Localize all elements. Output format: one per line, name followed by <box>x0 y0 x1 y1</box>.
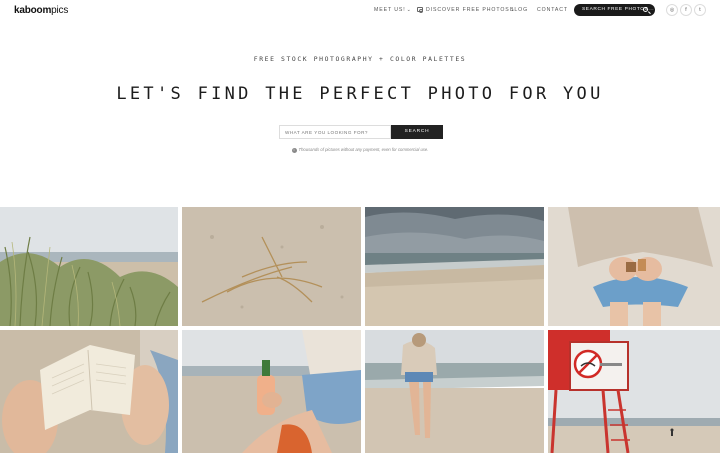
instagram-icon[interactable]: ◎ <box>666 4 678 16</box>
photo-grass-on-sand[interactable] <box>182 207 361 326</box>
info-icon: i <box>291 148 297 153</box>
top-navigation: kaboompics MEET US!⌄ DISCOVER FREE PHOTO… <box>0 0 720 22</box>
photo-reading-book[interactable] <box>0 330 178 453</box>
site-logo[interactable]: kaboompics <box>14 5 68 16</box>
photo-dune-grass[interactable] <box>0 207 178 326</box>
nav-contact[interactable]: CONTACT <box>537 7 568 13</box>
hero-headline: LET'S FIND THE PERFECT PHOTO FOR YOU <box>116 84 604 104</box>
hero-note: i Thousands of pictures without any payme… <box>0 147 720 153</box>
nav-meet-us[interactable]: MEET US!⌄ <box>374 7 412 13</box>
twitter-icon[interactable]: t <box>694 4 706 16</box>
search-icon <box>643 7 648 12</box>
photo-lifeguard-tower[interactable] <box>548 330 720 453</box>
nav-discover-free-photos[interactable]: DISCOVER FREE PHOTOS⌄ <box>417 7 516 13</box>
header-search-button[interactable]: SEARCH FREE PHOTOS... <box>574 4 655 16</box>
camera-icon <box>417 7 423 12</box>
nav-blog[interactable]: BLOG <box>510 7 528 13</box>
facebook-icon[interactable]: f <box>680 4 692 16</box>
hero-tagline: FREE STOCK PHOTOGRAPHY + COLOR PALETTES <box>253 55 467 63</box>
photo-stormy-beach[interactable] <box>365 207 544 326</box>
photo-hands-wooden-toys[interactable] <box>548 207 720 326</box>
photo-woman-walking-to-sea[interactable] <box>365 330 544 453</box>
hero-search-input[interactable] <box>279 125 391 139</box>
chevron-down-icon: ⌄ <box>406 7 412 13</box>
hero-search-button[interactable]: SEARCH <box>391 125 443 139</box>
photo-woman-with-rose-bottle[interactable] <box>182 330 361 453</box>
